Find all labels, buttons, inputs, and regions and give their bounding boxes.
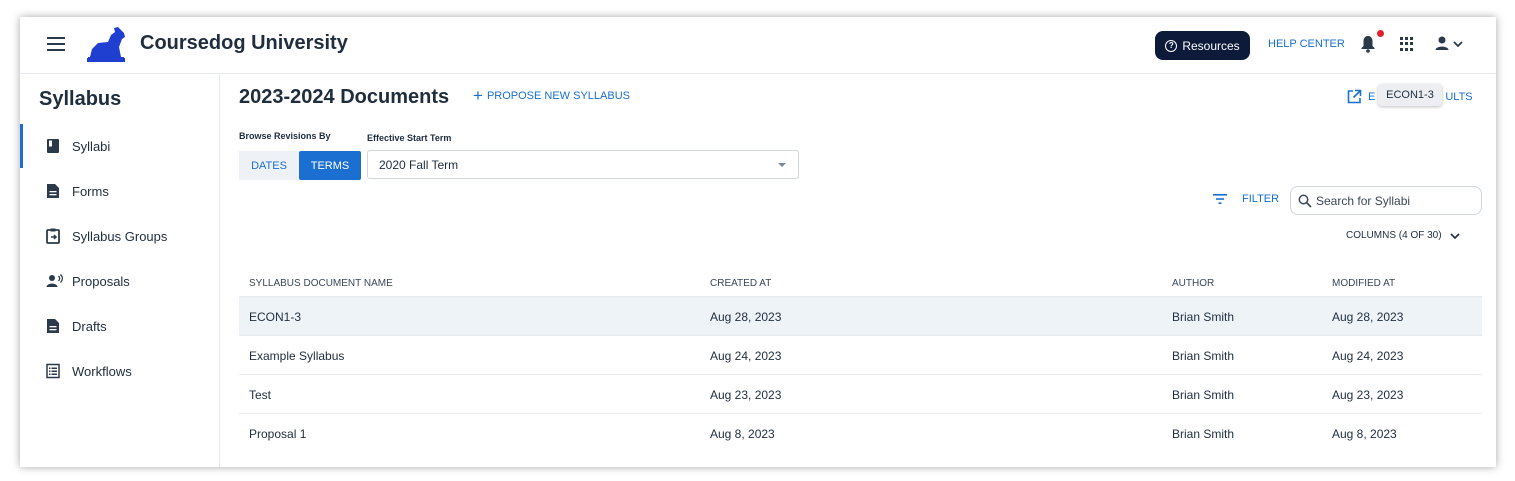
- cell-name: Proposal 1: [249, 427, 307, 441]
- search-placeholder: Search for Syllabi: [1316, 193, 1411, 208]
- cell-modified: Aug 28, 2023: [1332, 310, 1404, 324]
- menu-icon[interactable]: [47, 37, 65, 51]
- cell-name: ECON1-3: [249, 310, 302, 324]
- cell-created: Aug 8, 2023: [710, 427, 775, 441]
- table-row[interactable]: Proposal 1 Aug 8, 2023 Brian Smith Aug 8…: [239, 413, 1482, 452]
- bell-icon[interactable]: [1360, 35, 1376, 53]
- sidebar-item-label: Proposals: [72, 274, 130, 289]
- tooltip: ECON1-3: [1378, 84, 1442, 106]
- cell-modified: Aug 23, 2023: [1332, 388, 1404, 402]
- cell-author: Brian Smith: [1172, 310, 1235, 324]
- export-label-end: ULTS: [1445, 90, 1473, 103]
- sidebar-item-forms[interactable]: Forms: [20, 169, 219, 213]
- cell-modified: Aug 8, 2023: [1332, 427, 1397, 441]
- filter-icon: [1213, 194, 1227, 204]
- effective-start-term-select[interactable]: 2020 Fall Term: [367, 150, 799, 179]
- propose-new-syllabus-button[interactable]: + PROPOSE NEW SYLLABUS: [473, 86, 630, 105]
- sidebar-item-syllabi[interactable]: Syllabi: [20, 124, 219, 168]
- sidebar-item-syllabus-groups[interactable]: Syllabus Groups: [20, 214, 219, 258]
- export-label-start: E: [1368, 90, 1376, 103]
- columns-label: COLUMNS (4 OF 30): [1346, 230, 1442, 241]
- header-modified-at[interactable]: MODIFIED AT: [1332, 278, 1395, 289]
- notification-badge: [1377, 30, 1384, 37]
- external-link-icon: [1347, 89, 1362, 104]
- columns-selector[interactable]: COLUMNS (4 OF 30): [1346, 230, 1460, 241]
- resources-button[interactable]: ? Resources: [1155, 31, 1250, 60]
- app-title: Coursedog University: [140, 32, 348, 54]
- cell-created: Aug 28, 2023: [710, 310, 782, 324]
- page-title: 2023-2024 Documents: [239, 86, 450, 108]
- logo-dog-icon[interactable]: [84, 25, 128, 63]
- propose-label: PROPOSE NEW SYLLABUS: [486, 90, 630, 102]
- table-header: SYLLABUS DOCUMENT NAME CREATED AT AUTHOR…: [239, 271, 1482, 296]
- document-icon: [47, 319, 59, 333]
- app-window: Coursedog University ? Resources HELP CE…: [20, 17, 1496, 467]
- table-row[interactable]: Test Aug 23, 2023 Brian Smith Aug 23, 20…: [239, 374, 1482, 413]
- cell-modified: Aug 24, 2023: [1332, 349, 1404, 363]
- sidebar-title: Syllabus: [39, 88, 122, 110]
- plus-icon: +: [473, 86, 483, 105]
- sidebar-item-label: Syllabi: [72, 139, 111, 154]
- sidebar: Syllabus Syllabi Forms Syllabus Groups P…: [20, 74, 220, 467]
- syllabus-table: SYLLABUS DOCUMENT NAME CREATED AT AUTHOR…: [239, 271, 1482, 452]
- help-center-link[interactable]: HELP CENTER: [1268, 38, 1345, 50]
- cell-name: Test: [249, 388, 272, 402]
- sidebar-item-label: Drafts: [72, 319, 107, 334]
- header-created-at[interactable]: CREATED AT: [710, 278, 771, 289]
- cell-author: Brian Smith: [1172, 427, 1235, 441]
- user-menu-icon[interactable]: [1434, 35, 1466, 53]
- sidebar-item-label: Forms: [72, 184, 109, 199]
- cell-author: Brian Smith: [1172, 349, 1235, 363]
- sidebar-item-workflows[interactable]: Workflows: [20, 349, 219, 393]
- browse-toggle: DATES TERMS: [239, 151, 361, 180]
- sidebar-item-label: Syllabus Groups: [72, 229, 168, 244]
- cell-created: Aug 23, 2023: [710, 388, 782, 402]
- sidebar-item-label: Workflows: [72, 364, 132, 379]
- resources-label: Resources: [1182, 38, 1240, 53]
- table-row[interactable]: Example Syllabus Aug 24, 2023 Brian Smit…: [239, 335, 1482, 374]
- cell-author: Brian Smith: [1172, 388, 1235, 402]
- sidebar-item-drafts[interactable]: Drafts: [20, 304, 219, 348]
- apps-grid-icon[interactable]: [1400, 37, 1414, 51]
- term-select-value: 2020 Fall Term: [379, 157, 459, 172]
- browse-revisions-label: Browse Revisions By: [239, 131, 331, 141]
- sidebar-item-proposals[interactable]: Proposals: [20, 259, 219, 303]
- top-bar: Coursedog University ? Resources HELP CE…: [20, 17, 1496, 74]
- help-circle-icon: ?: [1165, 39, 1178, 52]
- toggle-dates-button[interactable]: DATES: [239, 151, 299, 180]
- list-icon: [46, 363, 60, 379]
- cell-name: Example Syllabus: [249, 349, 345, 363]
- person-voice-icon: [46, 274, 63, 287]
- chevron-down-icon: [1450, 232, 1460, 239]
- book-icon: [47, 139, 59, 153]
- effective-start-term-label: Effective Start Term: [367, 133, 452, 143]
- filter-label: FILTER: [1242, 193, 1280, 205]
- search-input[interactable]: Search for Syllabi: [1290, 186, 1482, 215]
- caret-down-icon: [778, 163, 786, 167]
- search-icon: [1298, 194, 1312, 208]
- cell-created: Aug 24, 2023: [710, 349, 782, 363]
- header-document-name[interactable]: SYLLABUS DOCUMENT NAME: [249, 278, 393, 289]
- header-author[interactable]: AUTHOR: [1172, 278, 1214, 289]
- table-row[interactable]: ECON1-3 Aug 28, 2023 Brian Smith Aug 28,…: [239, 296, 1482, 335]
- toggle-terms-button[interactable]: TERMS: [299, 151, 361, 180]
- filter-button[interactable]: FILTER: [1212, 193, 1279, 205]
- document-icon: [47, 184, 59, 198]
- clipboard-arrow-icon: [46, 228, 60, 244]
